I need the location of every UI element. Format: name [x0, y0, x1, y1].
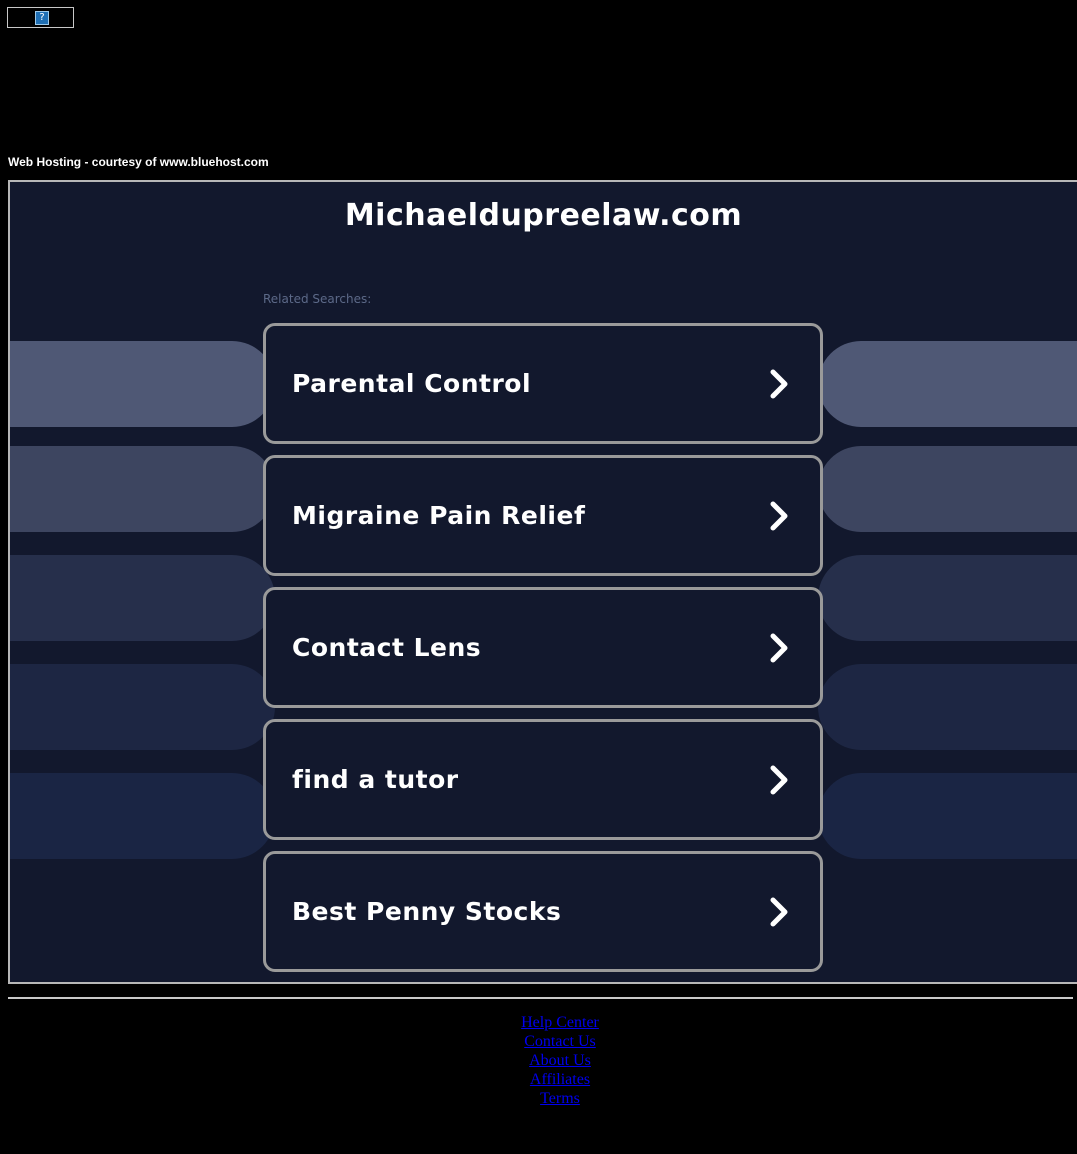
search-link-find-a-tutor[interactable]: find a tutor — [263, 719, 823, 840]
chevron-right-icon — [770, 501, 788, 531]
footer-link-terms[interactable]: Terms — [0, 1089, 1077, 1108]
footer-link-about-us[interactable]: About Us — [0, 1051, 1077, 1070]
decorative-side-pill — [10, 446, 275, 532]
search-link-label: Contact Lens — [292, 633, 482, 662]
footer-link-contact-us[interactable]: Contact Us — [0, 1032, 1077, 1051]
decorative-side-pill — [818, 446, 1077, 532]
search-link-migraine-pain-relief[interactable]: Migraine Pain Relief — [263, 455, 823, 576]
decorative-side-pill — [10, 773, 275, 859]
search-link-label: Migraine Pain Relief — [292, 501, 586, 530]
decorative-side-pill — [10, 664, 275, 750]
decorative-side-pill — [10, 341, 275, 427]
search-link-label: find a tutor — [292, 765, 459, 794]
footer-divider — [8, 997, 1073, 999]
search-link-best-penny-stocks[interactable]: Best Penny Stocks — [263, 851, 823, 972]
site-title: Michaeldupreelaw.com — [344, 198, 743, 233]
decorative-side-pill — [818, 341, 1077, 427]
decorative-side-pill — [818, 555, 1077, 641]
hosting-note: Web Hosting - courtesy of www.bluehost.c… — [8, 155, 269, 169]
broken-image-icon: ? — [35, 11, 49, 25]
decorative-side-pill — [818, 664, 1077, 750]
parked-domain-frame: Michaeldupreelaw.com Related Searches: P… — [8, 180, 1077, 984]
decorative-side-pill — [818, 773, 1077, 859]
search-link-contact-lens[interactable]: Contact Lens — [263, 587, 823, 708]
broken-image-banner[interactable]: ? — [7, 7, 74, 28]
footer-link-affiliates[interactable]: Affiliates — [0, 1070, 1077, 1089]
related-searches-label: Related Searches: — [263, 292, 372, 306]
footer-link-help-center[interactable]: Help Center — [0, 1013, 1077, 1032]
chevron-right-icon — [770, 369, 788, 399]
chevron-right-icon — [770, 897, 788, 927]
chevron-right-icon — [770, 765, 788, 795]
search-link-label: Parental Control — [292, 369, 532, 398]
chevron-right-icon — [770, 633, 788, 663]
decorative-side-pill — [10, 555, 275, 641]
search-link-parental-control[interactable]: Parental Control — [263, 323, 823, 444]
footer-links: Help Center Contact Us About Us Affiliat… — [0, 1013, 1077, 1108]
search-link-label: Best Penny Stocks — [292, 897, 562, 926]
